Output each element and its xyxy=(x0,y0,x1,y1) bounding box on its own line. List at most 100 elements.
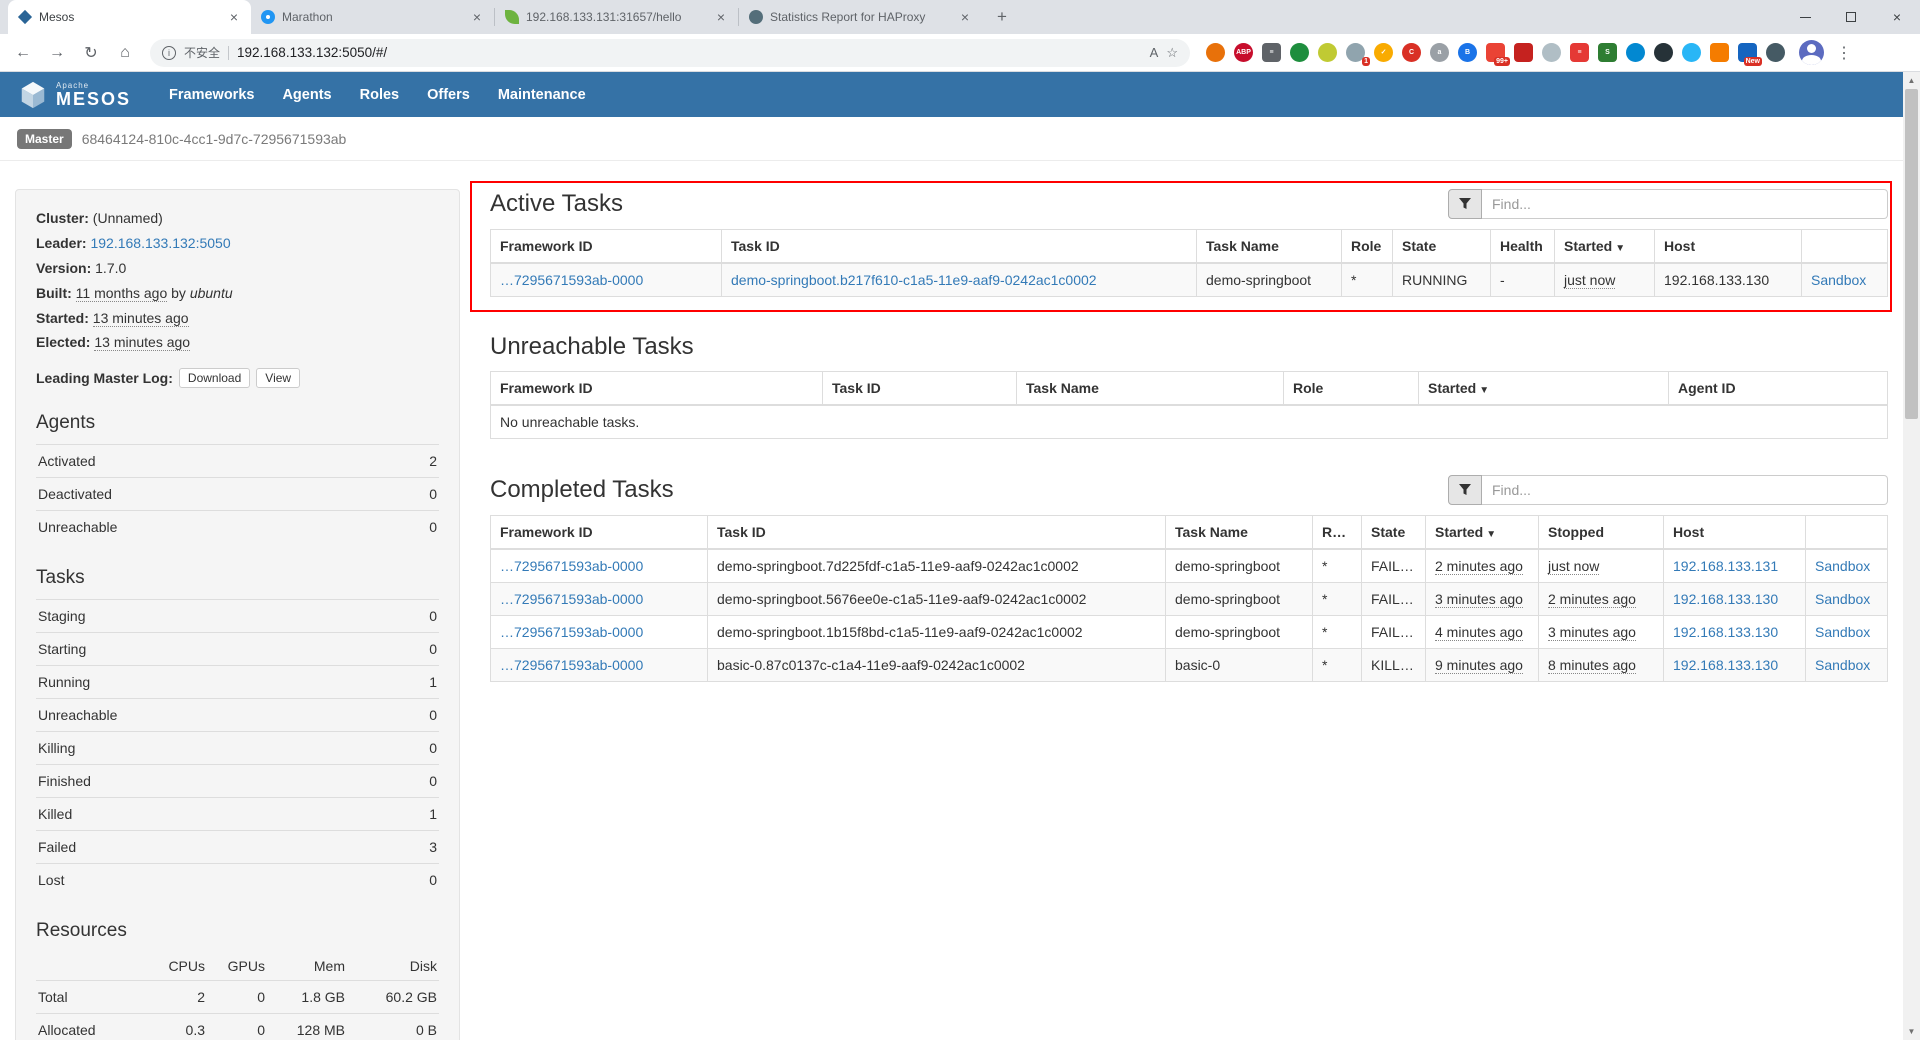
browser-menu-icon[interactable]: ⋮ xyxy=(1828,43,1860,63)
forward-button[interactable]: → xyxy=(42,38,72,68)
col-framework-id[interactable]: Framework ID xyxy=(491,372,823,406)
host-link[interactable]: 192.168.133.131 xyxy=(1673,558,1778,574)
log-view-button[interactable]: View xyxy=(256,368,300,388)
close-button[interactable]: × xyxy=(1874,0,1920,34)
extension-icon[interactable]: ✓ xyxy=(1374,43,1393,62)
host-link[interactable]: 192.168.133.130 xyxy=(1673,591,1778,607)
nav-item-roles[interactable]: Roles xyxy=(346,87,414,103)
mesos-brand[interactable]: Apache MESOS xyxy=(18,80,131,110)
col-task-id[interactable]: Task ID xyxy=(722,230,1197,264)
col-state[interactable]: State xyxy=(1393,230,1491,264)
extension-icon[interactable] xyxy=(1626,43,1645,62)
col-task-id[interactable]: Task ID xyxy=(823,372,1017,406)
extension-icon[interactable]: a xyxy=(1430,43,1449,62)
tab-close-icon[interactable]: × xyxy=(470,9,484,25)
page-scrollbar[interactable]: ▲ ▼ xyxy=(1903,72,1920,1040)
sandbox-link[interactable]: Sandbox xyxy=(1815,624,1870,640)
extension-icon[interactable]: ≡ xyxy=(1262,43,1281,62)
sandbox-link[interactable]: Sandbox xyxy=(1815,558,1870,574)
col-health[interactable]: Health xyxy=(1491,230,1555,264)
col-framework-id[interactable]: Framework ID xyxy=(491,230,722,264)
extension-icon[interactable] xyxy=(1654,43,1673,62)
nav-item-maintenance[interactable]: Maintenance xyxy=(484,87,600,103)
extension-icon[interactable]: 99+ xyxy=(1486,43,1505,62)
extension-icon[interactable] xyxy=(1542,43,1561,62)
col-host[interactable]: Host xyxy=(1664,516,1806,550)
nav-item-offers[interactable]: Offers xyxy=(413,87,484,103)
sandbox-link[interactable]: Sandbox xyxy=(1815,657,1870,673)
extension-icon[interactable] xyxy=(1318,43,1337,62)
col-task-name[interactable]: Task Name xyxy=(1166,516,1313,550)
back-button[interactable]: ← xyxy=(8,38,38,68)
col-started[interactable]: Started▼ xyxy=(1555,230,1655,264)
translate-icon[interactable]: A xyxy=(1150,45,1159,60)
minimize-button[interactable] xyxy=(1782,0,1828,34)
extension-icon[interactable]: New xyxy=(1738,43,1757,62)
nav-item-frameworks[interactable]: Frameworks xyxy=(155,87,268,103)
log-download-button[interactable]: Download xyxy=(179,368,250,388)
col-host[interactable]: Host xyxy=(1655,230,1802,264)
filter-button[interactable] xyxy=(1448,475,1482,505)
maximize-button[interactable] xyxy=(1828,0,1874,34)
extension-icon[interactable] xyxy=(1514,43,1533,62)
col-task-id[interactable]: Task ID xyxy=(708,516,1166,550)
extension-icon[interactable]: S xyxy=(1598,43,1617,62)
sandbox-link[interactable]: Sandbox xyxy=(1811,272,1866,288)
tab-close-icon[interactable]: × xyxy=(227,9,241,25)
extension-icon[interactable]: ABP xyxy=(1234,43,1253,62)
scrollbar-up-icon[interactable]: ▲ xyxy=(1903,72,1920,89)
col-role[interactable]: Role xyxy=(1342,230,1393,264)
extension-icon[interactable] xyxy=(1766,43,1785,62)
framework-id-link[interactable]: …7295671593ab-0000 xyxy=(500,657,643,673)
no-unreachable-tasks-message: No unreachable tasks. xyxy=(491,405,1888,439)
task-id-link[interactable]: demo-springboot.b217f610-c1a5-11e9-aaf9-… xyxy=(731,272,1097,288)
framework-id-link[interactable]: …7295671593ab-0000 xyxy=(500,591,643,607)
framework-id-link[interactable]: …7295671593ab-0000 xyxy=(500,558,643,574)
extension-icon[interactable]: 1 xyxy=(1346,43,1365,62)
tab-close-icon[interactable]: × xyxy=(958,9,972,25)
tab-hello[interactable]: 192.168.133.131:31657/hello × xyxy=(495,0,738,34)
col-role[interactable]: Role xyxy=(1284,372,1419,406)
filter-button[interactable] xyxy=(1448,189,1482,219)
security-label[interactable]: 不安全 xyxy=(184,44,220,61)
profile-avatar[interactable] xyxy=(1799,40,1824,65)
extension-icon[interactable]: ≡ xyxy=(1570,43,1589,62)
extension-icon[interactable]: C xyxy=(1402,43,1421,62)
framework-id-link[interactable]: …7295671593ab-0000 xyxy=(500,272,643,288)
host-link[interactable]: 192.168.133.130 xyxy=(1673,657,1778,673)
col-task-name[interactable]: Task Name xyxy=(1017,372,1284,406)
scrollbar-thumb[interactable] xyxy=(1905,89,1918,419)
tab-close-icon[interactable]: × xyxy=(714,9,728,25)
find-input[interactable] xyxy=(1482,475,1888,505)
col-started[interactable]: Started▼ xyxy=(1426,516,1539,550)
home-button[interactable]: ⌂ xyxy=(110,38,140,68)
extension-icon[interactable]: B xyxy=(1458,43,1477,62)
framework-id-link[interactable]: …7295671593ab-0000 xyxy=(500,624,643,640)
address-bar[interactable]: i 不安全 192.168.133.132:5050/#/ A ☆ xyxy=(150,39,1190,67)
col-state[interactable]: State xyxy=(1362,516,1426,550)
bookmark-star-icon[interactable]: ☆ xyxy=(1166,45,1178,61)
col-framework-id[interactable]: Framework ID xyxy=(491,516,708,550)
col-task-name[interactable]: Task Name xyxy=(1197,230,1342,264)
host-link[interactable]: 192.168.133.130 xyxy=(1673,624,1778,640)
tab-haproxy[interactable]: Statistics Report for HAProxy × xyxy=(739,0,982,34)
extension-icon[interactable] xyxy=(1710,43,1729,62)
extension-icon[interactable] xyxy=(1682,43,1701,62)
nav-item-agents[interactable]: Agents xyxy=(268,87,345,103)
new-tab-button[interactable]: + xyxy=(988,3,1016,31)
extension-icon[interactable] xyxy=(1206,43,1225,62)
reload-button[interactable]: ↻ xyxy=(76,38,106,68)
tab-marathon[interactable]: Marathon × xyxy=(251,0,494,34)
find-input[interactable] xyxy=(1482,189,1888,219)
url-text[interactable]: 192.168.133.132:5050/#/ xyxy=(237,45,1142,60)
col-started[interactable]: Started▼ xyxy=(1419,372,1669,406)
sandbox-link[interactable]: Sandbox xyxy=(1815,591,1870,607)
site-info-icon[interactable]: i xyxy=(162,46,176,60)
tab-mesos[interactable]: Mesos × xyxy=(8,0,251,34)
leader-link[interactable]: 192.168.133.132:5050 xyxy=(90,235,230,251)
scrollbar-down-icon[interactable]: ▼ xyxy=(1903,1023,1920,1040)
extension-icon[interactable] xyxy=(1290,43,1309,62)
col-role[interactable]: Role xyxy=(1313,516,1362,550)
col-agent-id[interactable]: Agent ID xyxy=(1669,372,1888,406)
col-stopped[interactable]: Stopped xyxy=(1539,516,1664,550)
